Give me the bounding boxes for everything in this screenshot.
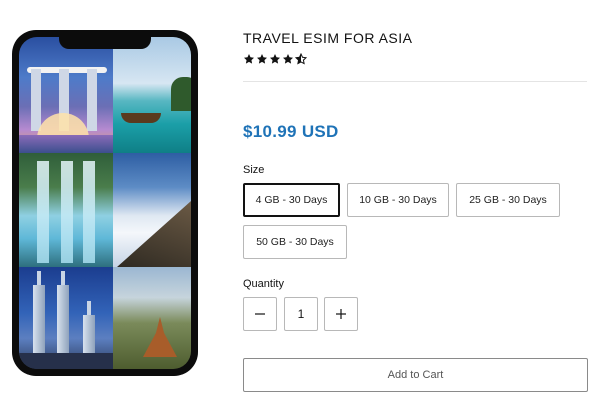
star-full-icon (243, 53, 255, 65)
waterfall-photo (19, 153, 113, 267)
quantity-decrease-button[interactable] (243, 297, 277, 331)
thai-beach-photo (113, 37, 191, 153)
size-option-50gb[interactable]: 50 GB - 30 Days (243, 225, 347, 259)
add-to-cart-button[interactable]: Add to Cart (243, 358, 588, 392)
product-image-phone-mockup[interactable] (12, 30, 198, 376)
clouds-mountain-photo (113, 153, 191, 267)
star-half-icon (295, 53, 307, 65)
divider (243, 81, 587, 82)
bagan-pagodas-photo (113, 267, 191, 369)
star-full-icon (282, 53, 294, 65)
quantity-label: Quantity (243, 278, 284, 290)
minus-icon (253, 307, 267, 321)
star-rating (243, 53, 307, 65)
plus-icon (334, 307, 348, 321)
phone-screen (19, 37, 191, 369)
quantity-increase-button[interactable] (324, 297, 358, 331)
phone-notch (59, 37, 151, 49)
product-price: $10.99 USD (243, 122, 339, 141)
size-option-4gb[interactable]: 4 GB - 30 Days (243, 183, 340, 217)
quantity-input[interactable]: 1 (284, 297, 318, 331)
star-full-icon (269, 53, 281, 65)
size-label: Size (243, 164, 265, 176)
petronas-towers-photo (19, 267, 113, 369)
size-option-25gb[interactable]: 25 GB - 30 Days (456, 183, 560, 217)
size-option-10gb[interactable]: 10 GB - 30 Days (347, 183, 449, 217)
singapore-skyline-photo (19, 37, 113, 153)
product-title: TRAVEL ESIM FOR ASIA (243, 30, 413, 46)
star-full-icon (256, 53, 268, 65)
